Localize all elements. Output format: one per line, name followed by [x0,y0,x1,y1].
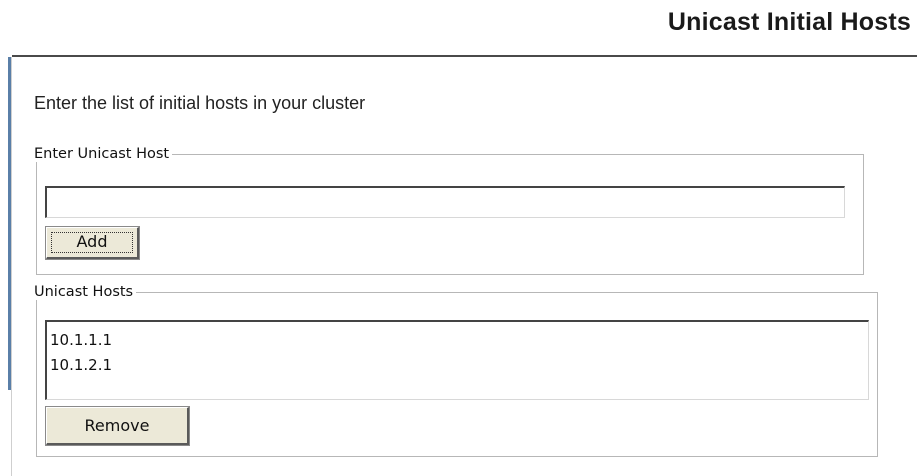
enter-unicast-host-group: Enter Unicast Host Add [34,146,864,275]
intro-text: Enter the list of initial hosts in your … [34,93,366,113]
unicast-hosts-list[interactable]: 10.1.1.1 10.1.2.1 [45,320,869,400]
list-item[interactable]: 10.1.2.1 [47,353,868,378]
unicast-host-input[interactable] [45,186,845,218]
add-button-focus-ring [51,232,133,253]
add-button[interactable]: Add [46,227,139,259]
list-item[interactable]: 10.1.1.1 [47,328,868,353]
remove-button[interactable]: Remove [46,407,189,445]
unicast-hosts-group: Unicast Hosts 10.1.1.1 10.1.2.1 Remove [34,284,878,457]
remove-button-label: Remove [84,416,150,435]
page-title: Unicast Initial Hosts [667,8,911,36]
unicast-hosts-legend: Unicast Hosts [34,284,134,300]
enter-unicast-host-legend: Enter Unicast Host [34,146,170,162]
